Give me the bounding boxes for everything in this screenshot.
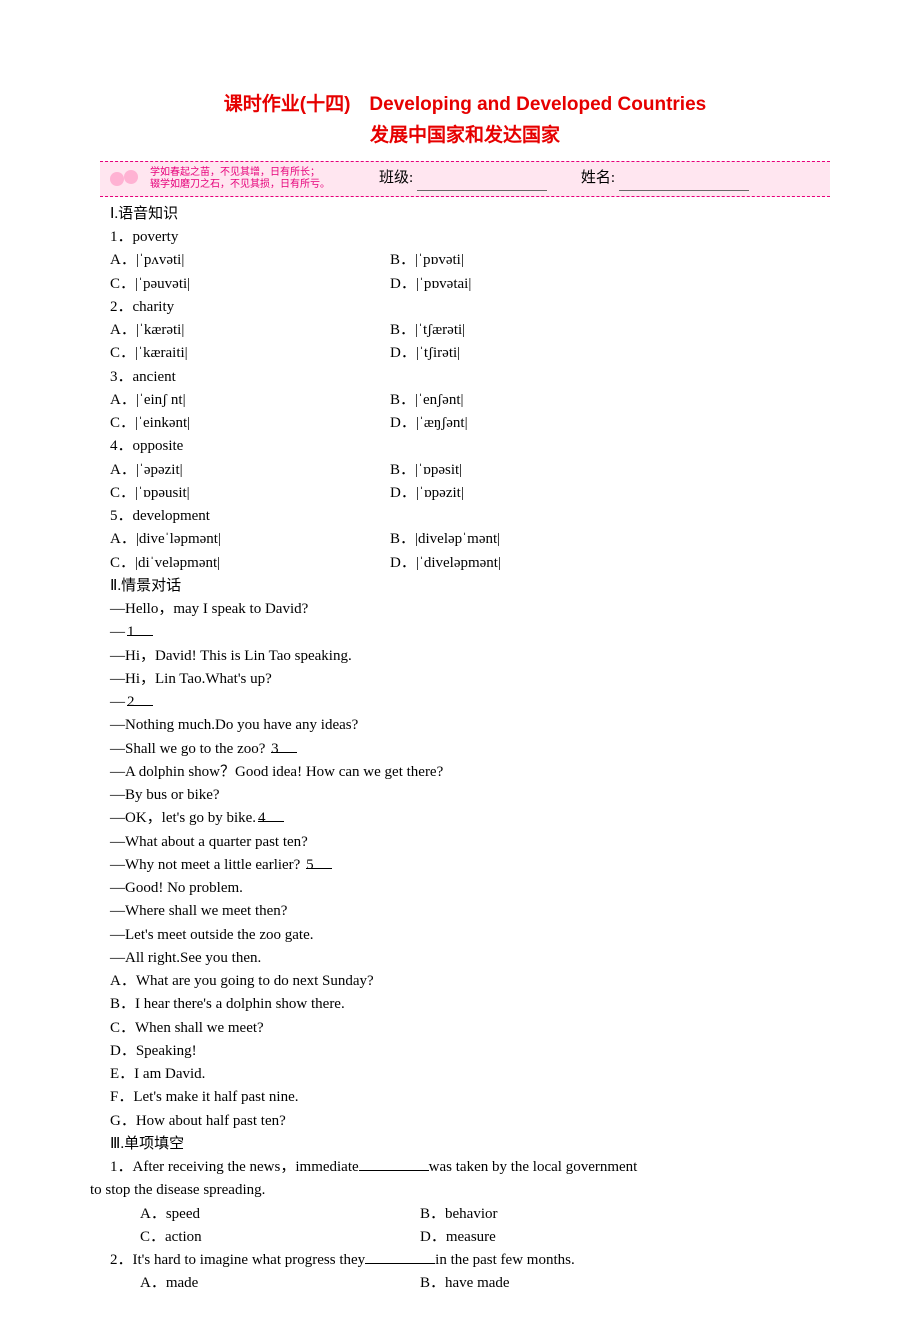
q5-word: 5．development (110, 505, 830, 528)
mc1-stem-line2: to stop the disease spreading. (90, 1179, 830, 1202)
q1-word: 1．poverty (110, 226, 830, 249)
q4-opt-a[interactable]: A．|ˈəpəzit| (110, 459, 390, 482)
q3-opt-c[interactable]: C．|ˈeinkənt| (110, 412, 390, 435)
dlg-8: —A dolphin show？Good idea! How can we ge… (110, 761, 830, 784)
dlg-11: —What about a quarter past ten? (110, 831, 830, 854)
q3-row2: C．|ˈeinkənt|D．|ˈæŋʃənt| (110, 412, 830, 435)
dlg-10: —OK，let's go by bike.4 (110, 807, 830, 830)
name-input-line[interactable] (619, 176, 749, 191)
dlg-14: —Where shall we meet then? (110, 900, 830, 923)
blank-4[interactable]: 4 (258, 807, 284, 822)
motto-text: 学如春起之苗，不见其增，日有所长； 辍学如磨刀之石，不见其损，日有所亏。 (150, 167, 330, 191)
section-2-heading: Ⅱ.情景对话 (110, 575, 830, 598)
choice-a[interactable]: A．What are you going to do next Sunday? (110, 970, 830, 993)
student-fields: 班级: 姓名: (336, 167, 822, 190)
q4-word: 4．opposite (110, 435, 830, 458)
dlg-3: —Hi，David! This is Lin Tao speaking. (110, 645, 830, 668)
q3-opt-b[interactable]: B．|ˈenʃənt| (390, 389, 463, 412)
choice-f[interactable]: F．Let's make it half past nine. (110, 1086, 830, 1109)
q3-row1: A．|ˈeinʃ nt|B．|ˈenʃənt| (110, 389, 830, 412)
q4-row2: C．|ˈɒpəusit|D．|ˈɒpəzit| (110, 482, 830, 505)
dlg-13: —Good! No problem. (110, 877, 830, 900)
section-1-heading: Ⅰ.语音知识 (110, 203, 830, 226)
choice-d[interactable]: D．Speaking! (110, 1040, 830, 1063)
q3-opt-a[interactable]: A．|ˈeinʃ nt| (110, 389, 390, 412)
q4-row1: A．|ˈəpəzit|B．|ˈɒpəsit| (110, 459, 830, 482)
dlg-2: —1 (110, 621, 830, 644)
worksheet-body: Ⅰ.语音知识 1．poverty A．|ˈpʌvəti|B．|ˈpɒvəti| … (100, 203, 830, 1296)
q5-opt-d[interactable]: D．|ˈdiveləpmənt| (390, 552, 501, 575)
q3-opt-d[interactable]: D．|ˈæŋʃənt| (390, 412, 468, 435)
worksheet-subtitle: 发展中国家和发达国家 (100, 121, 830, 150)
dlg-9: —By bus or bike? (110, 784, 830, 807)
mc2-blank[interactable] (365, 1249, 435, 1264)
mc1-blank[interactable] (359, 1156, 429, 1171)
q4-opt-d[interactable]: D．|ˈɒpəzit| (390, 482, 464, 505)
q1-opt-b[interactable]: B．|ˈpɒvəti| (390, 249, 464, 272)
q2-opt-b[interactable]: B．|ˈtʃærəti| (390, 319, 465, 342)
q3-word: 3．ancient (110, 366, 830, 389)
mc2-stem: 2．It's hard to imagine what progress the… (110, 1249, 830, 1272)
q5-opt-a[interactable]: A．|diveˈləpmənt| (110, 528, 390, 551)
q1-row2: C．|ˈpəuvəti|D．|ˈpɒvətai| (110, 273, 830, 296)
q5-opt-c[interactable]: C．|diˈveləpmənt| (110, 552, 390, 575)
choice-b[interactable]: B．I hear there's a dolphin show there. (110, 993, 830, 1016)
class-input-line[interactable] (417, 176, 547, 191)
dlg-7: —Shall we go to the zoo? 3 (110, 738, 830, 761)
dlg-1: —Hello，may I speak to David? (110, 598, 830, 621)
q2-opt-c[interactable]: C．|ˈkæraiti| (110, 342, 390, 365)
section-3-heading: Ⅲ.单项填空 (110, 1133, 830, 1156)
q4-opt-b[interactable]: B．|ˈɒpəsit| (390, 459, 462, 482)
choice-g[interactable]: G．How about half past ten? (110, 1110, 830, 1133)
flower-icon (108, 166, 144, 192)
mc1-opt-b[interactable]: B．behavior (420, 1203, 497, 1226)
q1-opt-c[interactable]: C．|ˈpəuvəti| (110, 273, 390, 296)
mc1-opt-c[interactable]: C．action (140, 1226, 420, 1249)
q2-opt-a[interactable]: A．|ˈkærəti| (110, 319, 390, 342)
dlg-15: —Let's meet outside the zoo gate. (110, 924, 830, 947)
choice-c[interactable]: C．When shall we meet? (110, 1017, 830, 1040)
q5-row1: A．|diveˈləpmənt|B．|diveləpˈmənt| (110, 528, 830, 551)
q2-word: 2．charity (110, 296, 830, 319)
blank-5[interactable]: 5 (306, 854, 332, 869)
mc1-opt-a[interactable]: A．speed (140, 1203, 420, 1226)
q2-row2: C．|ˈkæraiti|D．|ˈtʃirəti| (110, 342, 830, 365)
choice-e[interactable]: E．I am David. (110, 1063, 830, 1086)
q2-opt-d[interactable]: D．|ˈtʃirəti| (390, 342, 460, 365)
q1-row1: A．|ˈpʌvəti|B．|ˈpɒvəti| (110, 249, 830, 272)
q5-row2: C．|diˈveləpmənt|D．|ˈdiveləpmənt| (110, 552, 830, 575)
dlg-6: —Nothing much.Do you have any ideas? (110, 714, 830, 737)
mc1-row2: C．actionD．measure (110, 1226, 830, 1249)
q1-opt-d[interactable]: D．|ˈpɒvətai| (390, 273, 471, 296)
q4-opt-c[interactable]: C．|ˈɒpəusit| (110, 482, 390, 505)
dlg-16: —All right.See you then. (110, 947, 830, 970)
blank-1[interactable]: 1 (127, 621, 153, 636)
dlg-12: —Why not meet a little earlier? 5 (110, 854, 830, 877)
class-label: 班级: (379, 170, 413, 186)
dlg-4: —Hi，Lin Tao.What's up? (110, 668, 830, 691)
q2-row1: A．|ˈkærəti|B．|ˈtʃærəti| (110, 319, 830, 342)
mc2-opt-a[interactable]: A．made (140, 1272, 420, 1295)
mc1-row1: A．speedB．behavior (110, 1203, 830, 1226)
worksheet-title: 课时作业(十四) Developing and Developed Countr… (100, 90, 830, 119)
blank-3[interactable]: 3 (271, 738, 297, 753)
mc2-row1: A．madeB．have made (110, 1272, 830, 1295)
header-banner: 学如春起之苗，不见其增，日有所长； 辍学如磨刀之石，不见其损，日有所亏。 班级:… (100, 161, 830, 197)
mc1-stem: 1．After receiving the news，immediatewas … (110, 1156, 830, 1179)
q5-opt-b[interactable]: B．|diveləpˈmənt| (390, 528, 500, 551)
dlg-5: —2 (110, 691, 830, 714)
q1-opt-a[interactable]: A．|ˈpʌvəti| (110, 249, 390, 272)
name-label: 姓名: (581, 170, 615, 186)
blank-2[interactable]: 2 (127, 691, 153, 706)
mc1-opt-d[interactable]: D．measure (420, 1226, 496, 1249)
mc2-opt-b[interactable]: B．have made (420, 1272, 510, 1295)
